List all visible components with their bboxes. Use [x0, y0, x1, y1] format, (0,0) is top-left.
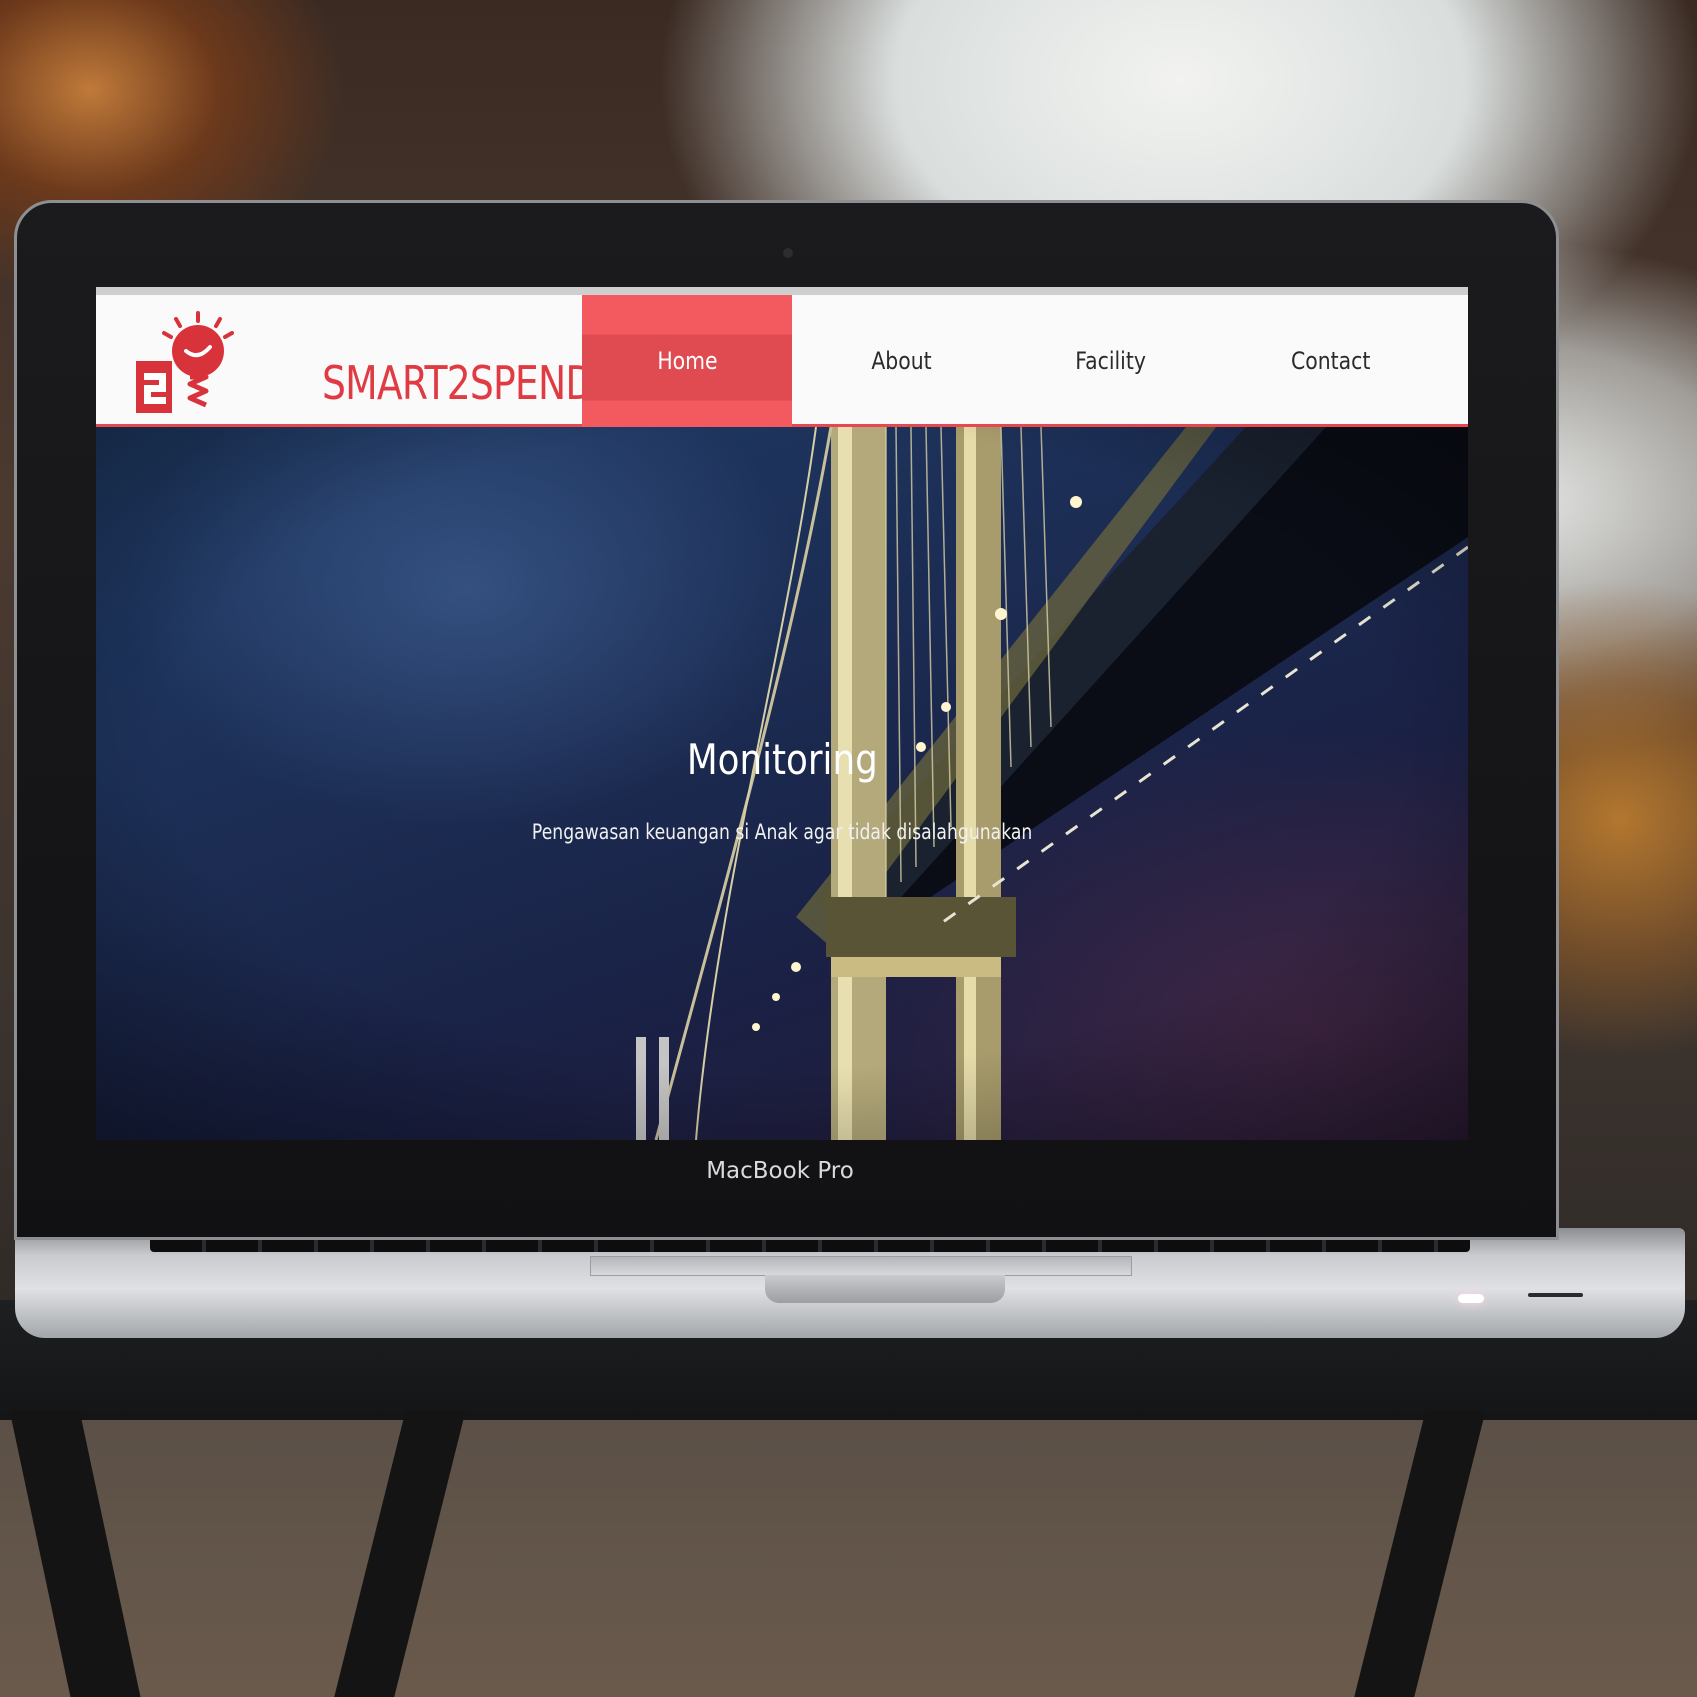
nav-home[interactable]: Home	[582, 295, 792, 427]
navbar: SMART2SPEND Home About Facility Contact	[96, 287, 1468, 427]
hero-title: Monitoring	[686, 735, 878, 784]
nav-about-label: About	[870, 347, 932, 375]
site-logo[interactable]: SMART2SPEND	[134, 311, 594, 421]
nav-home-label: Home	[656, 347, 718, 375]
nav-facility-label: Facility	[1075, 347, 1147, 375]
nav-contact[interactable]: Contact	[1226, 295, 1436, 427]
sleep-led	[1458, 1294, 1484, 1303]
lid-notch	[765, 1275, 1005, 1303]
nav-contact-label: Contact	[1291, 347, 1371, 375]
nav-facility[interactable]: Facility	[1006, 295, 1216, 427]
website-screen: SMART2SPEND Home About Facility Contact	[96, 287, 1468, 1140]
logo-wordmark: SMART2SPEND	[322, 356, 594, 410]
drive-slot	[1528, 1293, 1583, 1297]
hero-subtitle: Pengawasan keuangan si Anak agar tidak d…	[531, 820, 1033, 844]
nav-about[interactable]: About	[796, 295, 1006, 427]
camera-icon	[783, 248, 793, 258]
lightbulb-mascot-icon	[136, 311, 234, 413]
device-label: MacBook Pro	[706, 1158, 854, 1184]
trackpad	[590, 1256, 1132, 1276]
hero-section: Monitoring Pengawasan keuangan si Anak a…	[96, 427, 1468, 1140]
